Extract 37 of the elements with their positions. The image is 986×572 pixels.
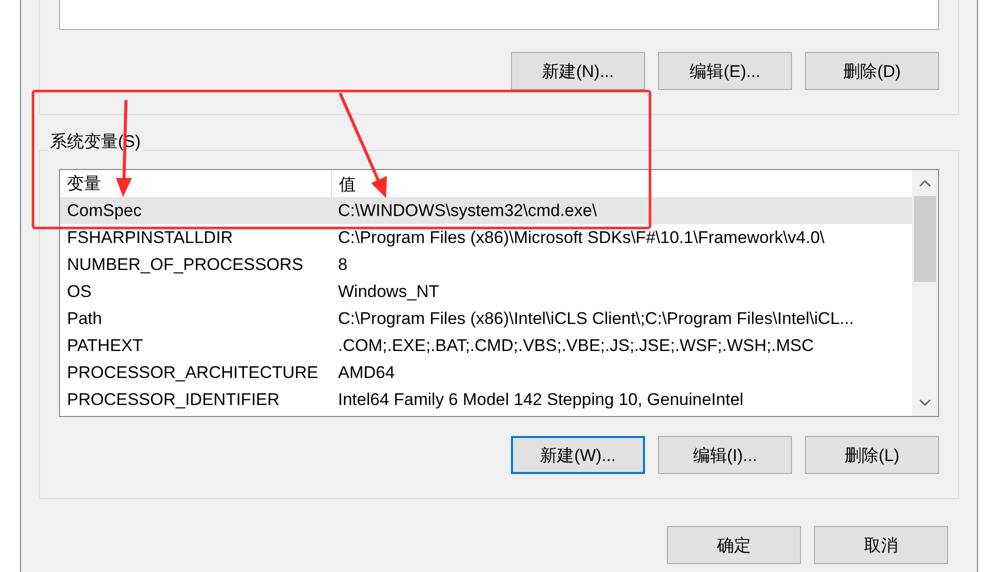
action-button[interactable]: 新建(N)...	[511, 52, 645, 90]
list-row[interactable]: PATHEXT .COM;.EXE;.BAT;.CMD;.VBS;.VBE;.JS;.JSE;.WSF;.WSH;.MSC	[60, 332, 912, 359]
action-button[interactable]: 编辑(I)...	[658, 436, 792, 474]
variable-name: PROCESSOR_ARCHITECTURE	[66, 362, 320, 382]
variable-value: 8	[337, 254, 348, 274]
list-row[interactable]: OS Windows_NT	[60, 278, 912, 305]
scroll-down-icon[interactable]	[919, 399, 931, 407]
variable-value: C:\Program Files (x86)\Intel\iCLS Client\;C:\Program Files\Intel\iCL...	[337, 308, 854, 328]
action-button[interactable]: 删除(L)	[805, 436, 939, 474]
variable-value: C:\WINDOWS\system32\cmd.exe\	[337, 200, 597, 220]
scrollbar-thumb[interactable]	[914, 196, 936, 282]
column-header[interactable]: 值	[332, 172, 356, 196]
variable-name: ComSpec	[66, 200, 143, 220]
variable-name: Path	[66, 308, 103, 328]
action-button[interactable]: 确定	[667, 526, 801, 564]
variable-value: Intel64 Family 6 Model 142 Stepping 10, GenuineIntel	[337, 390, 744, 410]
action-button[interactable]: 删除(D)	[805, 52, 939, 90]
variable-name: NUMBER_OF_PROCESSORS	[66, 254, 304, 274]
action-button[interactable]: 取消	[814, 526, 948, 564]
variable-value: Windows_NT	[337, 282, 440, 302]
variable-name: OS	[66, 282, 93, 302]
action-button[interactable]: 新建(W)...	[511, 436, 645, 474]
variable-name: PATHEXT	[66, 336, 144, 356]
list-row[interactable]: PROCESSOR_IDENTIFIER Intel64 Family 6 Model 142 Stepping 10, GenuineIntel	[60, 386, 912, 413]
list-row[interactable]: FSHARPINSTALLDIR C:\Program Files (x86)\Microsoft SDKs\F#\10.1\Framework\v4.0\	[60, 224, 912, 251]
variable-name: PROCESSOR_IDENTIFIER	[66, 390, 281, 410]
variable-name: FSHARPINSTALLDIR	[66, 228, 234, 248]
variable-value: C:\Program Files (x86)\Microsoft SDKs\F#\10.1\Framework\v4.0\	[337, 228, 825, 248]
action-button[interactable]: 编辑(E)...	[658, 52, 792, 90]
variable-value: .COM;.EXE;.BAT;.CMD;.VBS;.VBE;.JS;.JSE;.WSF;.WSH;.MSC	[337, 336, 814, 356]
list-row[interactable]: Path C:\Program Files (x86)\Intel\iCLS Client\;C:\Program Files\Intel\iCL...	[60, 305, 912, 332]
list-row[interactable]: NUMBER_OF_PROCESSORS 8	[60, 251, 912, 278]
scroll-up-icon[interactable]	[919, 179, 931, 187]
list-row[interactable]: ComSpec C:\WINDOWS\system32\cmd.exe\	[60, 197, 912, 224]
variable-value: AMD64	[337, 362, 395, 382]
list-row[interactable]: PROCESSOR_ARCHITECTURE AMD64	[60, 359, 912, 386]
list-box[interactable]	[59, 169, 939, 417]
